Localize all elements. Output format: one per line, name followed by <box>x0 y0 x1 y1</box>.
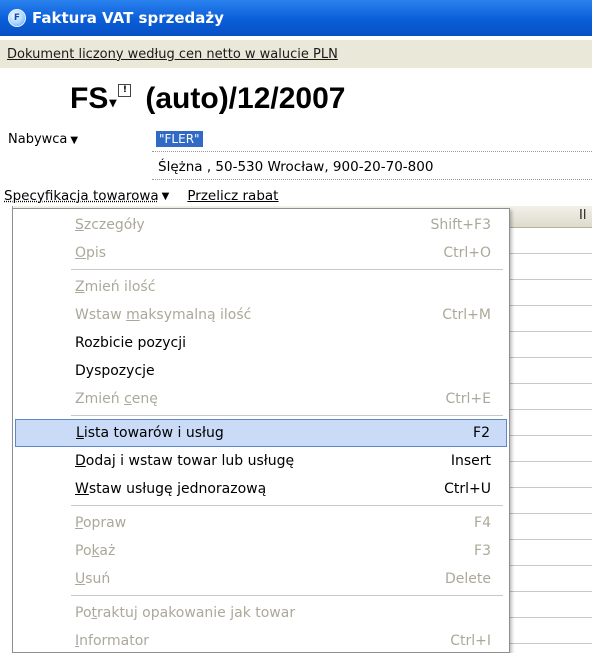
menu-item-description[interactable]: Opis Ctrl+O <box>15 239 507 267</box>
menu-item-treat-packaging-as-goods[interactable]: Potraktuj opakowanie jak towar <box>15 599 507 627</box>
menu-item-change-quantity[interactable]: Zmień ilość <box>15 273 507 301</box>
menu-item-label-part: Po <box>75 543 92 559</box>
document-type-prefix[interactable]: FS <box>70 82 108 116</box>
menu-item-label-part: suń <box>85 571 111 587</box>
pricing-info-bar[interactable]: Dokument liczony według cen netto w walu… <box>0 40 592 68</box>
app-icon: F <box>8 9 26 27</box>
document-number-value: (auto)/12/2007 <box>145 82 346 115</box>
menu-item-label: Opis <box>75 245 106 261</box>
menu-item-label: Dodaj i wstaw towar lub usługę <box>75 453 294 469</box>
menu-item-label: Zmień cenę <box>75 391 158 407</box>
menu-item-label: Informator <box>75 633 149 649</box>
menu-item-goods-services-list[interactable]: Lista towarów i usług F2 <box>15 419 507 447</box>
menu-item-insert-max-quantity[interactable]: Wstaw maksymalną ilość Ctrl+M <box>15 301 507 329</box>
menu-item-label-part: Zmień <box>75 391 125 407</box>
menu-item-accelerator-key: O <box>75 245 87 261</box>
menu-item-label-part: Wstaw <box>75 307 127 323</box>
menu-item-label: Usuń <box>75 571 110 587</box>
specification-row: Specyfikacja towarowa ▼ Przelicz rabat <box>4 186 278 206</box>
window-titlebar[interactable]: F Faktura VAT sprzedaży <box>0 0 592 36</box>
menu-item-shortcut: Ctrl+M <box>442 307 491 323</box>
menu-item-delete[interactable]: Usuń Delete <box>15 565 507 593</box>
menu-item-shortcut: Shift+F3 <box>430 217 491 233</box>
specification-menu-trigger[interactable]: Specyfikacja towarowa <box>4 188 159 204</box>
menu-separator <box>71 269 503 270</box>
menu-item-label-part: zczegóły <box>83 217 145 233</box>
menu-item-split-position[interactable]: Rozbicie pozycji <box>15 329 507 357</box>
document-type-dropdown-icon[interactable]: ▾ <box>109 94 116 111</box>
buyer-label[interactable]: Nabywca ▼ <box>8 132 78 147</box>
menu-item-accelerator-key: m <box>126 307 140 323</box>
menu-separator <box>71 505 503 506</box>
menu-item-label: Rozbicie pozycji <box>75 335 186 351</box>
specification-label: Specyfikacja towarowa <box>4 188 159 204</box>
menu-item-label-part: enę <box>131 391 158 407</box>
menu-item-label: Potraktuj opakowanie jak towar <box>75 605 295 621</box>
menu-separator <box>71 595 503 596</box>
menu-item-label: Szczegóły <box>75 217 145 233</box>
menu-item-label-part: Dyspozycje <box>75 363 155 379</box>
menu-item-accelerator-key: S <box>75 217 84 233</box>
menu-item-accelerator-key: c <box>124 391 132 407</box>
menu-item-label-part: odaj i wstaw towar lub usługę <box>85 453 295 469</box>
menu-item-details[interactable]: Szczegóły Shift+F3 <box>15 211 507 239</box>
menu-item-label-part: opraw <box>82 515 127 531</box>
menu-item-label: Zmień ilość <box>75 279 155 295</box>
menu-item-label-part: Po <box>75 605 92 621</box>
buyer-address: Ślężna , 50-530 Wrocław, 900-20-70-800 <box>152 154 592 180</box>
menu-item-change-price[interactable]: Zmień cenę Ctrl+E <box>15 385 507 413</box>
menu-item-accelerator-key: Z <box>75 279 85 295</box>
menu-item-label-part: ista towarów i usług <box>83 425 224 441</box>
menu-item-shortcut: Ctrl+E <box>445 391 492 407</box>
grid-column-header[interactable]: Il <box>579 208 586 223</box>
menu-item-dispositions[interactable]: Dyspozycje <box>15 357 507 385</box>
buyer-label-text: Nabywca <box>8 132 68 147</box>
window-title: Faktura VAT sprzedaży <box>32 9 224 27</box>
menu-item-accelerator-key: L <box>76 425 84 441</box>
menu-item-label: Pokaż <box>75 543 115 559</box>
menu-item-shortcut: F2 <box>473 425 490 441</box>
menu-item-label: Popraw <box>75 515 126 531</box>
menu-item-accelerator-key: P <box>75 515 83 531</box>
menu-item-accelerator-key: D <box>75 453 86 469</box>
menu-item-shortcut: Delete <box>445 571 491 587</box>
menu-item-insert-one-time-service[interactable]: Wstaw usługę jednorazową Ctrl+U <box>15 475 507 503</box>
menu-item-shortcut: Insert <box>450 453 491 469</box>
buyer-name-field[interactable]: "FLER" <box>152 126 592 152</box>
menu-item-accelerator-key: U <box>75 571 86 587</box>
menu-item-shortcut: Ctrl+O <box>443 245 491 261</box>
specification-context-menu: Szczegóły Shift+F3 Opis Ctrl+O Zmień ilość Ws… <box>12 208 510 653</box>
menu-item-label-part: Rozbicie pozycji <box>75 335 187 351</box>
menu-item-shortcut: F3 <box>474 543 491 559</box>
menu-item-shortcut: F4 <box>474 515 491 531</box>
menu-item-label-part: staw usługę jednorazową <box>88 481 267 497</box>
menu-item-label-part: aksymalną ilość <box>139 307 252 323</box>
menu-item-accelerator-key: W <box>75 481 89 497</box>
menu-item-label-part: pis <box>86 245 107 261</box>
caret-down-icon: ▼ <box>70 135 79 146</box>
menu-item-label-part: raktuj opakowanie jak towar <box>97 605 296 621</box>
buyer-name-value: "FLER" <box>156 131 203 147</box>
menu-item-edit[interactable]: Popraw F4 <box>15 509 507 537</box>
menu-item-show[interactable]: Pokaż F3 <box>15 537 507 565</box>
menu-separator <box>71 415 503 416</box>
menu-item-label: Wstaw maksymalną ilość <box>75 307 251 323</box>
document-note-icon[interactable]: ! <box>118 84 132 97</box>
menu-item-label-part: mień ilość <box>84 279 156 295</box>
recalculate-discount-link[interactable]: Przelicz rabat <box>187 188 278 204</box>
menu-item-add-goods-service[interactable]: Dodaj i wstaw towar lub usługę Insert <box>15 447 507 475</box>
menu-item-label-part: nformator <box>79 633 150 649</box>
menu-item-label: Dyspozycje <box>75 363 155 379</box>
menu-item-shortcut: Ctrl+U <box>444 481 491 497</box>
menu-item-shortcut: Ctrl+I <box>450 633 491 649</box>
caret-down-icon[interactable]: ▼ <box>162 191 170 202</box>
menu-item-label: Lista towarów i usług <box>76 425 224 441</box>
menu-item-label-part: aż <box>99 543 116 559</box>
document-number: FS ▾ ! (auto)/12/2007 <box>70 82 345 122</box>
menu-item-informator[interactable]: Informator Ctrl+I <box>15 627 507 653</box>
menu-item-label: Wstaw usługę jednorazową <box>75 481 266 497</box>
